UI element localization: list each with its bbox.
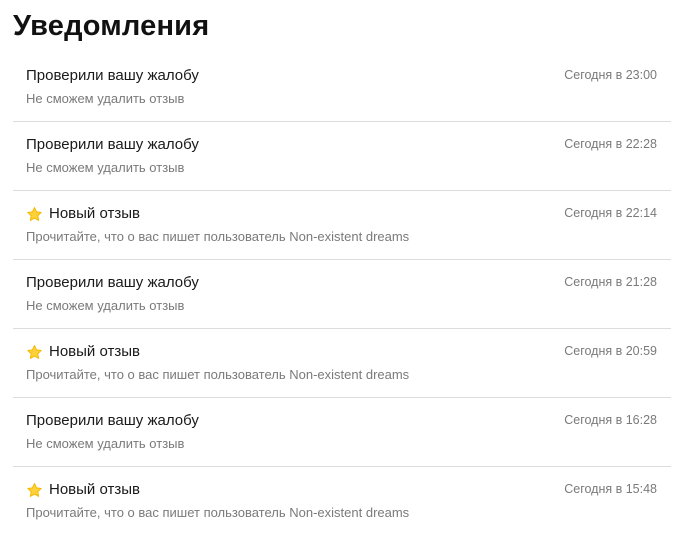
notification-time: Сегодня в 20:59 — [564, 344, 657, 358]
notification-title-text: Новый отзыв — [49, 481, 140, 498]
star-icon — [27, 206, 42, 221]
notification-title-text: Проверили вашу жалобу — [26, 67, 199, 84]
notification-time: Сегодня в 22:28 — [564, 137, 657, 151]
notification-subtitle: Не сможем удалить отзыв — [26, 436, 185, 451]
star-icon — [27, 344, 42, 359]
notification-title: Проверили вашу жалобу — [26, 66, 199, 86]
notification-time: Сегодня в 15:48 — [564, 482, 657, 496]
notification-title-text: Проверили вашу жалобу — [26, 274, 199, 291]
notification-title: Проверили вашу жалобу — [26, 273, 199, 293]
notification-subtitle: Прочитайте, что о вас пишет пользователь… — [26, 367, 410, 382]
notification-title: Новый отзыв — [26, 342, 140, 362]
star-icon — [27, 482, 42, 497]
notification-item[interactable]: Проверили вашу жалобу Не сможем удалить … — [13, 53, 671, 122]
notification-item[interactable]: Проверили вашу жалобу Не сможем удалить … — [13, 260, 671, 329]
page-title: Уведомления — [13, 10, 210, 42]
notification-item[interactable]: Проверили вашу жалобу Не сможем удалить … — [13, 398, 671, 467]
notification-title: Новый отзыв — [26, 480, 140, 500]
notifications-page: Уведомления Проверили вашу жалобу Не смо… — [0, 0, 700, 536]
notification-title-text: Новый отзыв — [49, 343, 140, 360]
notification-subtitle: Прочитайте, что о вас пишет пользователь… — [26, 229, 410, 244]
notification-item[interactable]: Проверили вашу жалобу Не сможем удалить … — [13, 122, 671, 191]
notification-list: Проверили вашу жалобу Не сможем удалить … — [13, 53, 671, 535]
notification-time: Сегодня в 22:14 — [564, 206, 657, 220]
notification-time: Сегодня в 21:28 — [564, 275, 657, 289]
notification-title-text: Новый отзыв — [49, 205, 140, 222]
notification-time: Сегодня в 23:00 — [564, 68, 657, 82]
notification-title: Проверили вашу жалобу — [26, 411, 199, 431]
notification-item[interactable]: Новый отзыв Прочитайте, что о вас пишет … — [13, 467, 671, 535]
notification-title-text: Проверили вашу жалобу — [26, 136, 199, 153]
notification-subtitle: Не сможем удалить отзыв — [26, 91, 185, 106]
notification-item[interactable]: Новый отзыв Прочитайте, что о вас пишет … — [13, 329, 671, 398]
notification-item[interactable]: Новый отзыв Прочитайте, что о вас пишет … — [13, 191, 671, 260]
notification-subtitle: Не сможем удалить отзыв — [26, 160, 185, 175]
notification-subtitle: Прочитайте, что о вас пишет пользователь… — [26, 505, 410, 520]
notification-subtitle: Не сможем удалить отзыв — [26, 298, 185, 313]
notification-title: Новый отзыв — [26, 204, 140, 224]
notification-title-text: Проверили вашу жалобу — [26, 412, 199, 429]
notification-time: Сегодня в 16:28 — [564, 413, 657, 427]
notification-title: Проверили вашу жалобу — [26, 135, 199, 155]
